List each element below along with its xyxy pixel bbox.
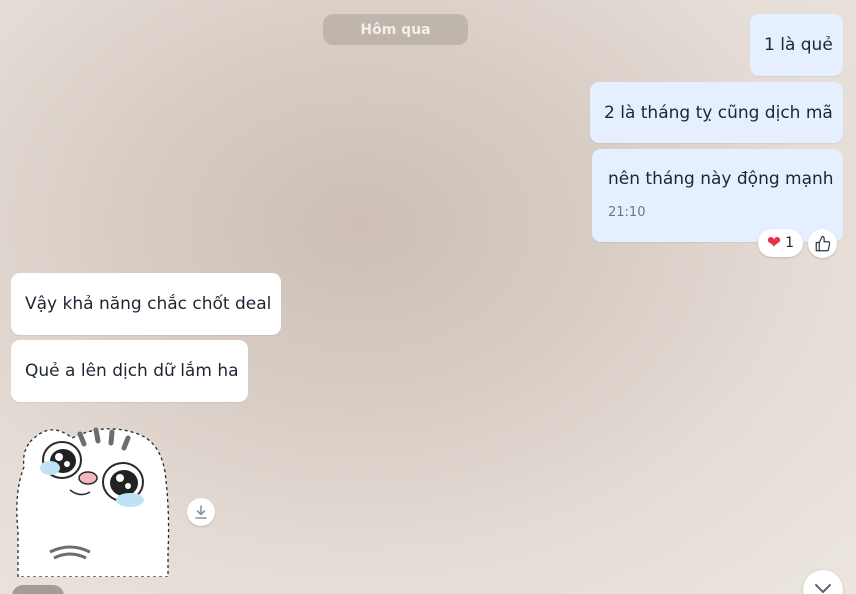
reaction-count: 1 <box>785 235 795 251</box>
reaction-badge[interactable]: ❤ 1 <box>758 229 803 257</box>
date-separator: Hôm qua <box>323 14 468 45</box>
message-bubble-outgoing[interactable]: nên tháng này động mạnh 21:10 <box>592 149 843 242</box>
message-bubble-incoming[interactable]: Vậy khả năng chắc chốt deal <box>11 273 281 335</box>
message-timestamp: 21:10 <box>608 205 646 220</box>
heart-icon: ❤ <box>766 232 782 253</box>
chevron-down-icon <box>815 584 831 594</box>
message-text: 2 là tháng tỵ cũng dịch mã <box>604 102 833 123</box>
message-text: Quẻ a lên dịch dữ lắm ha <box>25 361 239 381</box>
download-icon <box>195 505 207 519</box>
scroll-to-bottom-button[interactable] <box>803 570 843 594</box>
message-text: 1 là quẻ <box>764 35 833 55</box>
message-bubble-outgoing[interactable]: 1 là quẻ <box>750 14 843 76</box>
message-text: Vậy khả năng chắc chốt deal <box>25 294 272 314</box>
message-bubble-incoming[interactable]: Quẻ a lên dịch dữ lắm ha <box>11 340 248 402</box>
message-text: nên tháng này động mạnh <box>608 169 834 189</box>
like-button[interactable] <box>808 229 837 258</box>
message-bubble-outgoing[interactable]: 2 là tháng tỵ cũng dịch mã <box>590 82 843 143</box>
timestamp-chip <box>12 585 64 594</box>
download-button[interactable] <box>187 498 215 526</box>
crying-cat-sticker[interactable] <box>10 412 180 577</box>
thumbs-up-icon <box>815 235 830 251</box>
